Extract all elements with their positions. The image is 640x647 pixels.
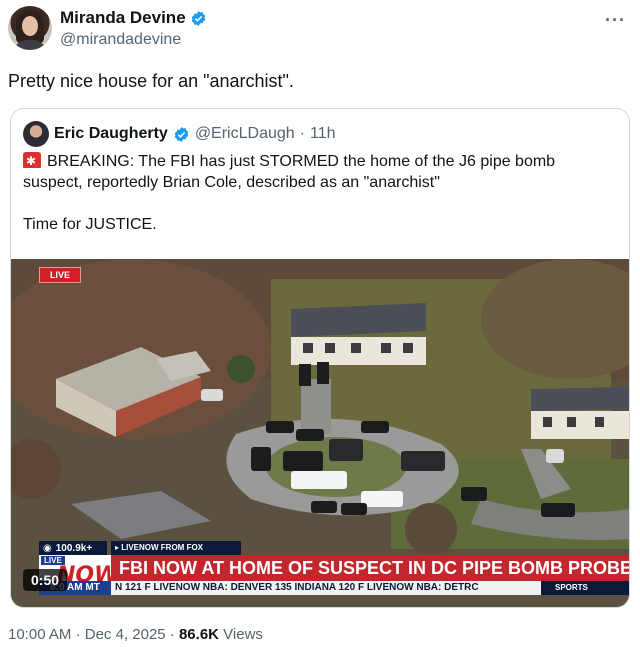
video-player[interactable]: LIVE ◉ 100.9k+ ▸ LIVENOW FROM FOX LIVE N…	[11, 259, 629, 607]
author-display-name[interactable]: Miranda Devine	[60, 8, 186, 28]
quoted-tweet-text: BREAKING: The FBI has just STORMED the h…	[23, 151, 613, 256]
tweet-header: Miranda Devine @mirandadevine ···	[8, 6, 632, 56]
quoted-tweet[interactable]: Eric Daugherty @EricLDaugh · 11h BREAKIN…	[10, 108, 630, 608]
views-label: Views	[223, 626, 263, 643]
header-separator: ·	[299, 125, 305, 142]
tweet-text: Pretty nice house for an "anarchist".	[8, 71, 294, 91]
quoted-tweet-header: Eric Daugherty @EricLDaugh · 11h	[23, 121, 336, 147]
quoted-tweet-age[interactable]: 11h	[310, 125, 336, 143]
meta-separator: ·	[169, 626, 175, 643]
live-badge: LIVE	[39, 267, 82, 283]
ticker-text: N 121 F LIVENOW NBA: DENVER 135 INDIANA …	[111, 581, 541, 595]
eye-icon: ◉	[43, 542, 52, 554]
quoted-author-avatar[interactable]	[23, 121, 49, 147]
tweet-date[interactable]: Dec 4, 2025	[85, 626, 166, 643]
meta-separator: ·	[75, 626, 81, 643]
more-horizontal-icon[interactable]: ···	[605, 10, 626, 31]
author-avatar[interactable]	[8, 6, 52, 50]
viewer-count: ◉ 100.9k+	[39, 541, 107, 555]
tweet-time[interactable]: 10:00 AM	[8, 626, 71, 643]
tweet-meta: 10:00 AM · Dec 4, 2025 · 86.6K Views	[8, 626, 263, 643]
verified-badge-icon	[174, 126, 189, 142]
views-count: 86.6K	[178, 626, 219, 643]
quoted-tweet-line-1: BREAKING: The FBI has just STORMED the h…	[23, 153, 556, 191]
quoted-author-handle[interactable]: @EricLDaugh	[195, 125, 295, 143]
news-chyron: ◉ 100.9k+ ▸ LIVENOW FROM FOX LIVE NOW FB…	[39, 541, 629, 599]
author-name-row: Miranda Devine	[60, 8, 207, 28]
author-handle[interactable]: @mirandadevine	[60, 31, 181, 49]
quoted-author-name[interactable]: Eric Daugherty	[54, 125, 168, 143]
quoted-tweet-line-2: Time for JUSTICE.	[23, 216, 157, 233]
verified-badge-icon	[191, 10, 205, 26]
viewer-count-value: 100.9k+	[55, 542, 93, 554]
ticker-sports-label: SPORTS	[555, 583, 588, 592]
siren-icon	[23, 151, 41, 172]
news-ticker: 8:0 AM MT N 121 F LIVENOW NBA: DENVER 135…	[39, 581, 629, 595]
video-timecode: 0:50	[23, 569, 68, 591]
livenow-from-fox-label: ▸ LIVENOW FROM FOX	[111, 541, 241, 555]
chyron-headline: FBI NOW AT HOME OF SUSPECT IN DC PIPE BO…	[111, 555, 629, 581]
